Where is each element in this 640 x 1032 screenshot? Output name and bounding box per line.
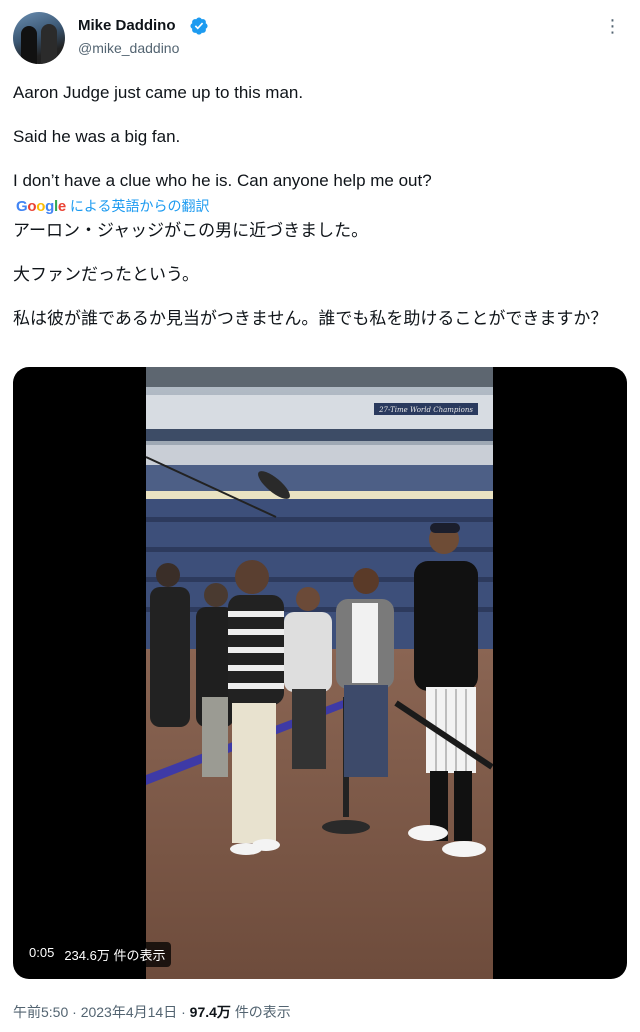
translated-line: アーロン・ジャッジがこの男に近づきました。 — [13, 221, 369, 240]
user-handle[interactable]: @mike_daddino — [78, 40, 179, 56]
tweet-text: Aaron Judge just came up to this man. Sa… — [13, 82, 627, 192]
tweet-header: Mike Daddino @mike_daddino ⋮ — [13, 12, 627, 64]
display-name[interactable]: Mike Daddino — [78, 17, 176, 34]
translated-line: 大ファンだったという。 — [13, 265, 199, 284]
translated-line: 私は彼が誰であるか見当がつきません。誰でも私を助けることができますか？ — [13, 309, 608, 328]
video-frame: 27-Time World Champions — [146, 367, 493, 979]
meta-separator: · — [181, 1004, 186, 1020]
verified-badge-icon — [190, 17, 208, 35]
translation-label: による英語からの翻訳 — [69, 198, 210, 214]
video-stats-badge: 0:05 234.6万 件の表示 — [23, 942, 172, 967]
avatar[interactable] — [13, 12, 65, 64]
tweet-time[interactable]: 午前5:50 — [13, 1004, 68, 1020]
tweet-line: I don’t have a clue who he is. Can anyon… — [13, 171, 432, 190]
tweet-date[interactable]: 2023年4月14日 — [81, 1004, 178, 1020]
stadium-scene-image: 27-Time World Champions — [146, 367, 493, 979]
more-options-icon[interactable]: ⋮ — [599, 12, 627, 40]
video-view-count: 234.6万 件の表示 — [64, 948, 166, 963]
translation-source-link[interactable]: Google による英語からの翻訳 — [16, 196, 210, 216]
video-duration: 0:05 — [29, 945, 55, 960]
tweet-line: Aaron Judge just came up to this man. — [13, 83, 304, 102]
tweet-meta: 午前5:50 · 2023年4月14日 · 97.4万 件の表示 — [13, 1002, 291, 1022]
meta-separator: · — [72, 1004, 77, 1020]
tweet-line: Said he was a big fan. — [13, 127, 181, 146]
tweet-view-count: 97.4万 — [189, 1004, 231, 1020]
video-player[interactable]: 27-Time World Champions 0:05 234.6万 件の表示 — [13, 367, 627, 979]
google-logo: Google — [16, 197, 66, 215]
stadium-banner: 27-Time World Champions — [378, 406, 473, 414]
tweet-view-label: 件の表示 — [234, 1004, 291, 1020]
translated-text: アーロン・ジャッジがこの男に近づきました。 大ファンだったという。 私は彼が誰で… — [13, 218, 627, 332]
